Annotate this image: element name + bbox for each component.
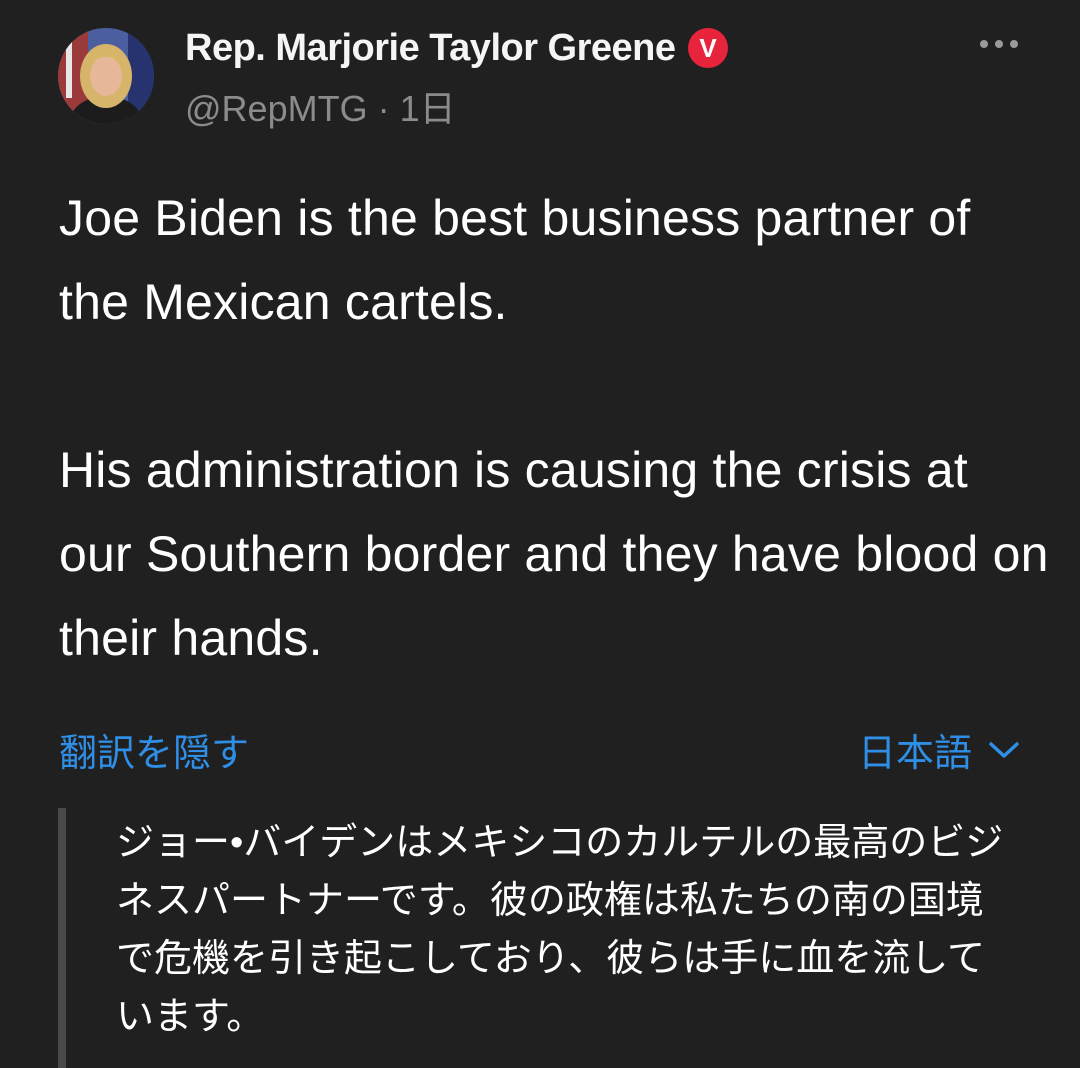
author-handle[interactable]: @RepMTG	[185, 88, 368, 129]
tweet-body: Joe Biden is the best business partner o…	[59, 176, 1049, 680]
chevron-down-icon	[989, 741, 1019, 758]
translated-text: ジョー•バイデンはメキシコのカルテルの最高のビジネスパートナーです。彼の政権は私…	[116, 822, 1004, 1038]
badge-letter: V	[699, 33, 717, 63]
tweet-paragraph: His administration is causing the crisis…	[59, 442, 1049, 666]
verified-badge-icon: V	[687, 28, 728, 68]
avatar[interactable]	[58, 28, 154, 124]
post-time[interactable]: 1日	[400, 88, 456, 129]
author-name-row[interactable]: Rep. Marjorie Taylor Greene V	[185, 24, 728, 72]
profile-photo	[58, 28, 154, 124]
quote-bar	[58, 808, 66, 1068]
hide-translation-link[interactable]: 翻訳を隠す	[59, 722, 249, 777]
translation-block: ジョー•バイデンはメキシコのカルテルの最高のビジネスパートナーです。彼の政権は私…	[58, 808, 1018, 1068]
translation-language-label: 日本語	[857, 733, 972, 775]
meta-separator: ·	[377, 88, 390, 129]
tweet-paragraph: Joe Biden is the best business partner o…	[59, 190, 971, 330]
more-horizontal-icon[interactable]	[974, 32, 1024, 56]
author-meta: @RepMTG · 1日	[185, 80, 456, 132]
author-display-name[interactable]: Rep. Marjorie Taylor Greene	[185, 27, 676, 70]
translation-language-selector[interactable]: 日本語	[858, 722, 1020, 777]
